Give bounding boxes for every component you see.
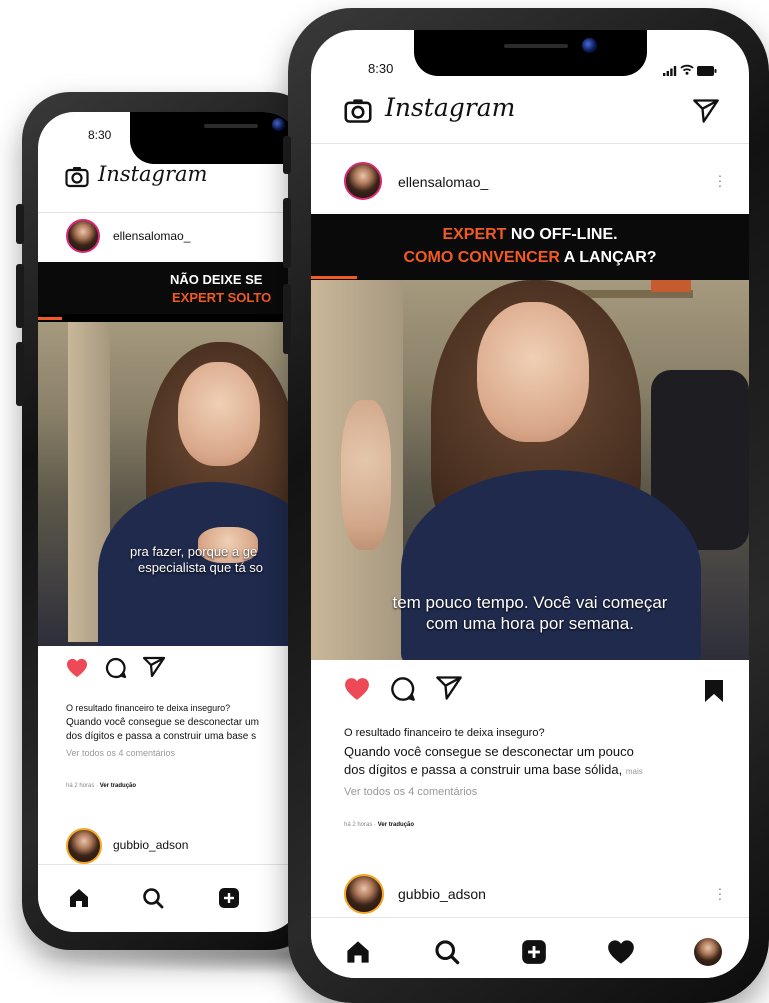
speaker	[204, 124, 258, 128]
video-subtitle: pra fazer, porque a ge especialista que …	[38, 544, 300, 577]
mute-switch	[283, 136, 291, 174]
video-headline: NÃO DEIXE SE EXPERT SOLTO	[38, 262, 300, 314]
video-subtitle: tem pouco tempo. Você vai começar com um…	[311, 592, 749, 635]
status-time: 8:30	[368, 61, 394, 76]
video-headline-line1: NÃO DEIXE SE	[170, 272, 263, 287]
avatar[interactable]	[344, 874, 384, 914]
camera-icon[interactable]	[65, 166, 89, 193]
volume-up-button	[283, 198, 291, 268]
comment-icon[interactable]	[105, 657, 127, 684]
video-headline-line2: EXPERT SOLTO	[172, 290, 272, 305]
search-icon[interactable]	[142, 887, 164, 914]
post-username[interactable]: ellensalomao_	[113, 229, 190, 243]
notch	[414, 30, 647, 76]
more-icon[interactable]: · · ·	[717, 881, 723, 905]
headline-highlight: EXPERT	[442, 226, 507, 243]
post-video[interactable]: NÃO DEIXE SE EXPERT SOLTO pra fazer, por…	[38, 262, 300, 646]
heart-icon[interactable]	[344, 677, 370, 706]
video-subtitle-line2: com uma hora por semana.	[426, 614, 634, 634]
signal-icon	[663, 63, 677, 81]
more-link[interactable]: mais	[626, 767, 643, 776]
header-divider	[311, 143, 749, 144]
meta-separator: ·	[96, 783, 99, 789]
translate-link[interactable]: Ver tradução	[100, 783, 136, 789]
status-time: 8:30	[88, 128, 112, 142]
bookmark-icon[interactable]	[704, 679, 724, 708]
comment-icon[interactable]	[390, 676, 416, 707]
post-caption-line2: Quando você consegue se desconectar um	[66, 717, 259, 728]
front-screen: 8:30 Instagram ellensalomao_ · · · EXPERT …	[311, 30, 749, 978]
next-post-username[interactable]: gubbio_adson	[113, 838, 188, 852]
more-icon[interactable]: · · ·	[717, 168, 723, 192]
post-username[interactable]: ellensalomao_	[398, 174, 488, 190]
headline-text: A LANÇAR?	[559, 249, 657, 266]
post-caption-line3: dos dígitos e passa a construir uma base…	[66, 731, 257, 742]
avatar[interactable]	[66, 828, 102, 864]
avatar[interactable]	[344, 162, 382, 200]
video-headline-line1: EXPERT NO OFF-LINE.	[311, 226, 749, 244]
post-video[interactable]: EXPERT NO OFF-LINE. COMO CONVENCER A LAN…	[311, 214, 749, 660]
video-scene	[38, 322, 300, 646]
activity-heart-icon[interactable]	[607, 939, 635, 970]
profile-avatar[interactable]	[694, 938, 722, 966]
send-icon[interactable]	[142, 656, 166, 683]
post-caption-line2: Quando você consegue se desconectar um p…	[344, 744, 634, 759]
home-icon[interactable]	[345, 939, 371, 970]
post-time: há 2 horas	[66, 783, 95, 789]
header-divider	[38, 212, 300, 213]
front-camera	[582, 38, 597, 53]
avatar[interactable]	[66, 219, 100, 253]
camera-icon[interactable]	[344, 98, 372, 129]
video-subtitle-line1: pra fazer, porque a ge	[130, 544, 258, 559]
post-caption-line1: O resultado financeiro te deixa inseguro…	[344, 727, 545, 739]
mute-switch	[16, 204, 24, 244]
person-hand	[341, 400, 391, 550]
back-screen: 8:30 Instagram ellensalomao_ NÃO DEIXE S…	[38, 112, 300, 932]
view-comments-link[interactable]: Ver todos os 4 comentários	[344, 786, 477, 798]
headline-highlight: COMO CONVENCER	[403, 249, 560, 266]
post-caption-line1: O resultado financeiro te deixa inseguro…	[66, 703, 231, 713]
bottom-nav	[38, 864, 300, 932]
post-time: há 2 horas	[344, 822, 373, 828]
send-icon[interactable]	[435, 675, 463, 706]
add-icon[interactable]	[218, 887, 240, 914]
shelf-object	[651, 280, 691, 292]
volume-down-button	[283, 284, 291, 354]
front-phone: 8:30 Instagram ellensalomao_ · · · EXPERT …	[283, 8, 769, 1003]
search-icon[interactable]	[434, 939, 460, 970]
meta-separator: ·	[374, 822, 377, 828]
heart-icon[interactable]	[66, 658, 88, 683]
bottom-nav	[311, 917, 749, 978]
front-camera	[272, 118, 285, 131]
instagram-logo: Instagram	[385, 93, 516, 122]
view-comments-link[interactable]: Ver todos os 4 comentários	[66, 748, 175, 758]
instagram-logo: Instagram	[98, 162, 208, 186]
progress-accent	[311, 276, 357, 279]
add-icon[interactable]	[521, 939, 547, 970]
volume-up-button	[16, 264, 24, 328]
video-headline-line2: COMO CONVENCER A LANÇAR?	[311, 249, 749, 267]
post-caption-line3: dos dígitos e passa a construir uma base…	[344, 762, 643, 777]
home-icon[interactable]	[68, 887, 90, 914]
caption-text: dos dígitos e passa a construir uma base…	[344, 762, 623, 777]
person-face	[178, 362, 260, 466]
headline-text: NO OFF-LINE.	[506, 226, 618, 243]
notch	[130, 112, 300, 164]
post-meta: há 2 horas · Ver tradução	[66, 783, 136, 789]
video-subtitle-line1: tem pouco tempo. Você vai começar	[392, 593, 668, 612]
translate-link[interactable]: Ver tradução	[378, 822, 414, 828]
wifi-icon	[680, 62, 694, 80]
back-phone: 8:30 Instagram ellensalomao_ NÃO DEIXE S…	[16, 92, 318, 950]
battery-icon	[697, 63, 717, 81]
post-meta: há 2 horas · Ver tradução	[344, 822, 414, 828]
video-subtitle-line2: especialista que tá so	[138, 560, 264, 576]
speaker	[504, 44, 568, 48]
person-face	[477, 302, 589, 442]
next-post-username[interactable]: gubbio_adson	[398, 886, 486, 902]
send-icon[interactable]	[692, 98, 720, 129]
video-headline: EXPERT NO OFF-LINE. COMO CONVENCER A LAN…	[311, 214, 749, 280]
progress-accent	[38, 317, 62, 320]
volume-down-button	[16, 342, 24, 406]
